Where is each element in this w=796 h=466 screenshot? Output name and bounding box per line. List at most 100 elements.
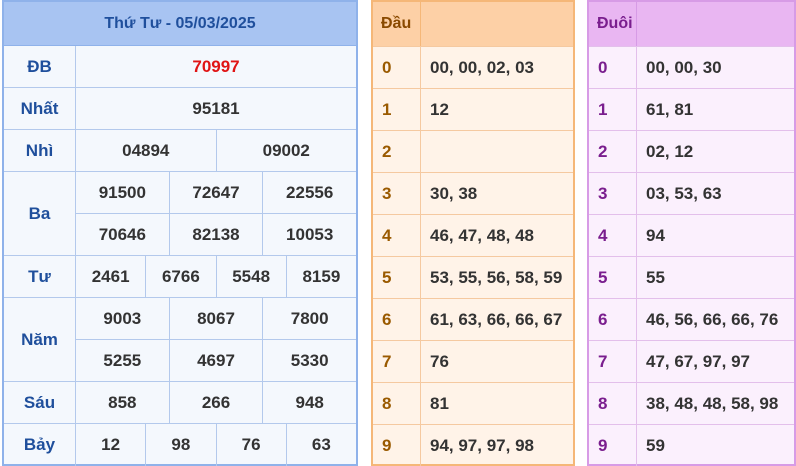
duoi-digit: 7 bbox=[589, 341, 637, 382]
prize-label: Sáu bbox=[4, 382, 76, 423]
prize-number: 2461 bbox=[76, 256, 147, 297]
dau-values: 30, 38 bbox=[430, 183, 478, 203]
duoi-header: Đuôi bbox=[589, 2, 794, 46]
prize-label: Năm bbox=[4, 298, 76, 381]
duoi-digit: 2 bbox=[589, 131, 637, 172]
prize-label: Ba bbox=[4, 172, 76, 255]
dau-values: 46, 47, 48, 48 bbox=[430, 225, 534, 245]
duoi-values: 46, 56, 66, 66, 76 bbox=[646, 309, 779, 329]
prize-line: 04894 09002 bbox=[76, 130, 356, 171]
dau-digit: 8 bbox=[373, 383, 421, 424]
duoi-values: 47, 67, 97, 97 bbox=[646, 351, 750, 371]
dau-digit: 3 bbox=[373, 173, 421, 214]
prize-number: 8067 bbox=[170, 298, 264, 339]
duoi-row: 0 00, 00, 30 bbox=[589, 46, 794, 88]
prize-values: 91500 72647 22556 70646 82138 10053 bbox=[76, 172, 356, 255]
duoi-header-label: Đuôi bbox=[589, 2, 637, 46]
duoi-digit: 9 bbox=[589, 425, 637, 466]
prize-values: 9003 8067 7800 5255 4697 5330 bbox=[76, 298, 356, 381]
prize-values: 95181 bbox=[76, 88, 356, 129]
dau-values: 53, 55, 56, 58, 59 bbox=[430, 267, 563, 287]
prize-row: Tư 2461 6766 5548 8159 bbox=[4, 256, 356, 298]
prize-label: Tư bbox=[4, 256, 76, 297]
duoi-row: 6 46, 56, 66, 66, 76 bbox=[589, 298, 794, 340]
prize-number: 4697 bbox=[170, 340, 264, 381]
duoi-digit: 6 bbox=[589, 299, 637, 340]
prize-label: Bảy bbox=[4, 424, 76, 466]
prize-values: 2461 6766 5548 8159 bbox=[76, 256, 356, 297]
dau-row: 7 76 bbox=[373, 340, 573, 382]
prize-number: 82138 bbox=[170, 214, 264, 255]
prize-values: 04894 09002 bbox=[76, 130, 356, 171]
special-prize-number: 70997 bbox=[192, 56, 240, 76]
dau-digit: 1 bbox=[373, 89, 421, 130]
prize-number: 10053 bbox=[286, 224, 334, 244]
dau-values: 61, 63, 66, 66, 67 bbox=[430, 309, 563, 329]
duoi-digit: 4 bbox=[589, 215, 637, 256]
prize-number: 7800 bbox=[290, 308, 329, 328]
prize-line: 5255 4697 5330 bbox=[76, 340, 356, 381]
prize-row: Nhất 95181 bbox=[4, 88, 356, 130]
duoi-values: 55 bbox=[646, 267, 665, 287]
dau-digit: 4 bbox=[373, 215, 421, 256]
duoi-values: 38, 48, 48, 58, 98 bbox=[646, 393, 779, 413]
duoi-row: 9 59 bbox=[589, 424, 794, 466]
prize-values: 12 98 76 63 bbox=[76, 424, 356, 466]
prize-label: Nhất bbox=[4, 88, 76, 129]
duoi-values: 61, 81 bbox=[646, 99, 694, 119]
dau-rows: 0 00, 00, 02, 03 1 12 2 3 30, 38 4 46, 47, 48, 4… bbox=[373, 46, 573, 466]
prize-number: 22556 bbox=[286, 182, 334, 202]
prize-number: 948 bbox=[295, 392, 324, 412]
prize-number: 70646 bbox=[76, 214, 170, 255]
duoi-values: 00, 00, 30 bbox=[646, 57, 722, 77]
duoi-header-blank bbox=[637, 2, 794, 46]
prize-line: 70997 bbox=[76, 46, 356, 87]
dau-digit: 2 bbox=[373, 131, 421, 172]
dau-values: 76 bbox=[430, 351, 449, 371]
prize-values: 858 266 948 bbox=[76, 382, 356, 423]
prize-number: 63 bbox=[311, 435, 331, 454]
prize-number: 9003 bbox=[76, 298, 170, 339]
prize-number: 8159 bbox=[302, 266, 341, 286]
dau-row: 0 00, 00, 02, 03 bbox=[373, 46, 573, 88]
prize-line: 858 266 948 bbox=[76, 382, 356, 423]
duoi-digit: 1 bbox=[589, 89, 637, 130]
prize-line: 12 98 76 63 bbox=[76, 424, 356, 466]
duoi-values: 94 bbox=[646, 225, 665, 245]
duoi-digit: 0 bbox=[589, 47, 637, 88]
results-title: Thứ Tư - 05/03/2025 bbox=[4, 2, 356, 46]
dau-values: 94, 97, 97, 98 bbox=[430, 435, 534, 455]
dau-values: 12 bbox=[430, 99, 449, 119]
duoi-row: 8 38, 48, 48, 58, 98 bbox=[589, 382, 794, 424]
duoi-rows: 0 00, 00, 30 1 61, 81 2 02, 12 3 03, 53, 63 4 94 5… bbox=[589, 46, 794, 466]
dau-row: 5 53, 55, 56, 58, 59 bbox=[373, 256, 573, 298]
prize-number: 76 bbox=[217, 424, 287, 466]
prize-row: Bảy 12 98 76 63 bbox=[4, 424, 356, 466]
duoi-table: Đuôi 0 00, 00, 30 1 61, 81 2 02, 12 3 03, 53, 6… bbox=[587, 0, 796, 466]
prize-row: Sáu 858 266 948 bbox=[4, 382, 356, 424]
dau-header-label: Đầu bbox=[373, 2, 421, 46]
prize-line: 70646 82138 10053 bbox=[76, 214, 356, 255]
prize-label: ĐB bbox=[4, 46, 76, 87]
duoi-values: 59 bbox=[646, 435, 665, 455]
dau-digit: 7 bbox=[373, 341, 421, 382]
dau-digit: 9 bbox=[373, 425, 421, 466]
dau-row: 8 81 bbox=[373, 382, 573, 424]
prize-number: 09002 bbox=[262, 140, 310, 160]
dau-header-blank bbox=[421, 2, 573, 46]
prize-rows: ĐB 70997 Nhất 95181 Nhì 04894 09002 Ba 91500 7264… bbox=[4, 46, 356, 466]
prize-row: Ba 91500 72647 22556 70646 82138 10053 bbox=[4, 172, 356, 256]
prize-number: 72647 bbox=[170, 172, 264, 213]
prize-number: 5548 bbox=[217, 256, 287, 297]
dau-values: 81 bbox=[430, 393, 449, 413]
dau-table: Đầu 0 00, 00, 02, 03 1 12 2 3 30, 38 4 46, 47, 4… bbox=[371, 0, 575, 466]
prize-line: 91500 72647 22556 bbox=[76, 172, 356, 214]
prize-number: 91500 bbox=[76, 172, 170, 213]
lottery-results-table: Thứ Tư - 05/03/2025 ĐB 70997 Nhất 95181 Nhì 0… bbox=[2, 0, 358, 466]
prize-label: Nhì bbox=[4, 130, 76, 171]
dau-digit: 0 bbox=[373, 47, 421, 88]
prize-number: 04894 bbox=[76, 130, 217, 171]
prize-number: 6766 bbox=[146, 256, 217, 297]
duoi-values: 03, 53, 63 bbox=[646, 183, 722, 203]
prize-line: 95181 bbox=[76, 88, 356, 129]
